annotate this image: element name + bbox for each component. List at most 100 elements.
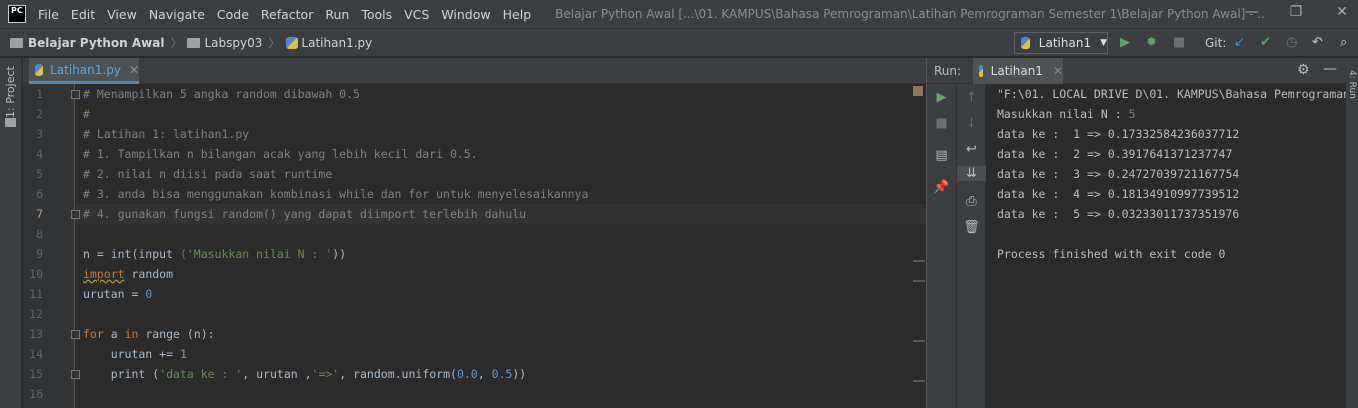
menu-view[interactable]: View: [107, 7, 137, 22]
console-line: Masukkan nilai N : 5: [997, 107, 1136, 121]
rollback-icon[interactable]: ↶: [1312, 36, 1323, 50]
line-number: 8: [36, 227, 43, 241]
code-line: # Latihan 1: latihan1.py: [83, 127, 250, 141]
menu-help[interactable]: Help: [503, 7, 532, 22]
code-token-keyword: for: [83, 327, 104, 341]
console-output[interactable]: "F:\01. LOCAL DRIVE D\01. KAMPUS\Bahasa …: [997, 84, 1358, 408]
vcs-history-icon[interactable]: ◷: [1286, 36, 1297, 50]
code-line: #: [83, 107, 90, 121]
print-icon[interactable]: ⎙: [957, 194, 986, 209]
soft-wrap-icon[interactable]: ↩: [957, 142, 986, 157]
close-window-icon[interactable]: ✕: [1332, 4, 1352, 20]
code-line: # 4. gunakan fungsi random() yang dapat …: [83, 207, 527, 221]
code-token: n = int(input: [83, 247, 180, 261]
menu-tools[interactable]: Tools: [361, 7, 392, 22]
fold-marker-icon[interactable]: [71, 330, 80, 339]
menu-run[interactable]: Run: [325, 7, 349, 22]
code-token-number: 0.5: [491, 367, 513, 381]
code-token: )): [512, 367, 527, 381]
inspection-status-icon[interactable]: [913, 86, 923, 96]
fold-marker-icon[interactable]: [71, 370, 80, 379]
line-number: 10: [29, 267, 43, 281]
breadcrumb-project[interactable]: Belajar Python Awal 〉: [0, 34, 183, 51]
run-configuration-dropdown[interactable]: Latihan1 ▼: [1014, 32, 1108, 54]
project-tool-window-tab[interactable]: 1: Project: [4, 66, 17, 118]
code-line: # 1. Tampilkan n bilangan acak yang lebi…: [83, 147, 478, 161]
editor-tab-bar: Latihan1.py ✕: [23, 58, 926, 84]
code-line: # 3. anda bisa menggunakan kombinasi whi…: [83, 187, 589, 201]
hide-panel-icon[interactable]: —: [1323, 61, 1337, 77]
editor-tab-latihan1[interactable]: Latihan1.py ✕: [29, 58, 139, 84]
line-number: 12: [29, 307, 43, 321]
scroll-to-end-icon[interactable]: ⇊: [957, 166, 986, 181]
run-label: Run:: [934, 64, 962, 78]
scrollbar-marker[interactable]: [913, 280, 925, 282]
rerun-icon[interactable]: ▶: [927, 90, 956, 105]
fold-marker-icon[interactable]: [71, 90, 80, 99]
menu-window[interactable]: Window: [441, 7, 490, 22]
run-toolbar-primary: ▶ ■ ▤ 📌: [927, 84, 957, 408]
console-line: data ke : 1 => 0.17332584236037712: [997, 127, 1240, 141]
run-tool-window-tab[interactable]: 4: Run: [1347, 70, 1357, 99]
menu-edit[interactable]: Edit: [71, 7, 95, 22]
run-tab-latihan1[interactable]: Latihan1 ✕: [973, 58, 1063, 84]
close-tab-icon[interactable]: ✕: [1053, 64, 1063, 78]
fold-marker-icon[interactable]: [71, 210, 80, 219]
code-line: import random: [83, 267, 173, 281]
code-token: (n):: [186, 327, 215, 341]
line-number: 3: [36, 127, 43, 141]
gear-icon[interactable]: ⚙: [1297, 62, 1310, 78]
pin-icon[interactable]: 📌: [927, 180, 956, 195]
breadcrumb-folder-label: Labspy03: [204, 35, 263, 50]
restore-icon[interactable]: ❐: [1286, 4, 1306, 20]
console-input: 5: [1128, 107, 1136, 121]
arrow-down-icon[interactable]: ↓: [957, 116, 986, 131]
vcs-commit-icon[interactable]: ✔: [1260, 36, 1271, 50]
line-number: 2: [36, 107, 43, 121]
code-line: print ('data ke : ', urutan ,'=>', rando…: [83, 367, 527, 381]
code-token: range: [138, 327, 187, 341]
scrollbar-marker[interactable]: [913, 340, 925, 342]
menu-vcs[interactable]: VCS: [404, 7, 429, 22]
menu-navigate[interactable]: Navigate: [149, 7, 205, 22]
arrow-up-icon[interactable]: ↑: [957, 90, 986, 105]
code-line: urutan += 1: [83, 347, 187, 361]
breadcrumb-folder[interactable]: Labspy03 〉: [183, 34, 280, 51]
run-icon[interactable]: ▶: [1120, 36, 1130, 50]
line-number: 16: [29, 387, 43, 401]
chevron-right-icon: 〉: [170, 36, 183, 50]
menu-refactor[interactable]: Refactor: [261, 7, 313, 22]
navigation-bar: Belajar Python Awal 〉 Labspy03 〉 Latihan…: [0, 28, 1358, 57]
minimize-icon[interactable]: —: [1242, 4, 1262, 20]
stop-icon[interactable]: ■: [1173, 36, 1185, 50]
debug-icon[interactable]: ✹: [1146, 36, 1157, 50]
menu-file[interactable]: File: [38, 7, 59, 22]
code-token-keyword: in: [124, 327, 139, 341]
console-line: data ke : 4 => 0.18134910997739512: [997, 187, 1240, 201]
search-everywhere-icon[interactable]: ⌕: [1340, 36, 1347, 50]
scrollbar-marker[interactable]: [913, 380, 925, 382]
breadcrumb-file[interactable]: Latihan1.py: [280, 36, 372, 50]
line-number: 11: [29, 287, 43, 301]
close-tab-icon[interactable]: ✕: [129, 63, 139, 77]
python-file-icon: [35, 63, 44, 76]
code-editor[interactable]: 1 2 3 4 5 6 7 8 9 10 11 12 13 14 15 16 #…: [23, 84, 926, 408]
layout-icon[interactable]: ▤: [927, 148, 956, 163]
trash-icon[interactable]: 🗑: [957, 220, 986, 235]
breadcrumb-file-label: Latihan1.py: [301, 35, 373, 50]
folder-icon: [186, 37, 200, 48]
console-line: data ke : 2 => 0.3917641371237747: [997, 147, 1233, 161]
line-number: 1: [36, 87, 43, 101]
left-tool-stripe: 1: Project: [0, 58, 22, 408]
run-tool-window: Run: Latihan1 ✕ ⚙ — ▶ ■ ▤ 📌 ↑ ↓ ↩ ⇊ ⎙ 🗑 …: [926, 58, 1358, 408]
window-title: Belajar Python Awal [...\01. KAMPUS\Baha…: [555, 7, 1266, 21]
run-toolbar-secondary: ↑ ↓ ↩ ⇊ ⎙ 🗑: [957, 84, 986, 408]
vcs-update-icon[interactable]: ↙: [1234, 36, 1245, 50]
code-line: for a in range (n):: [83, 327, 215, 341]
line-number: 7: [36, 207, 43, 221]
code-line: urutan = 0: [83, 287, 152, 301]
stop-icon[interactable]: ■: [927, 116, 956, 131]
menu-code[interactable]: Code: [217, 7, 249, 22]
line-number: 6: [36, 187, 43, 201]
scrollbar-marker[interactable]: [913, 260, 925, 262]
